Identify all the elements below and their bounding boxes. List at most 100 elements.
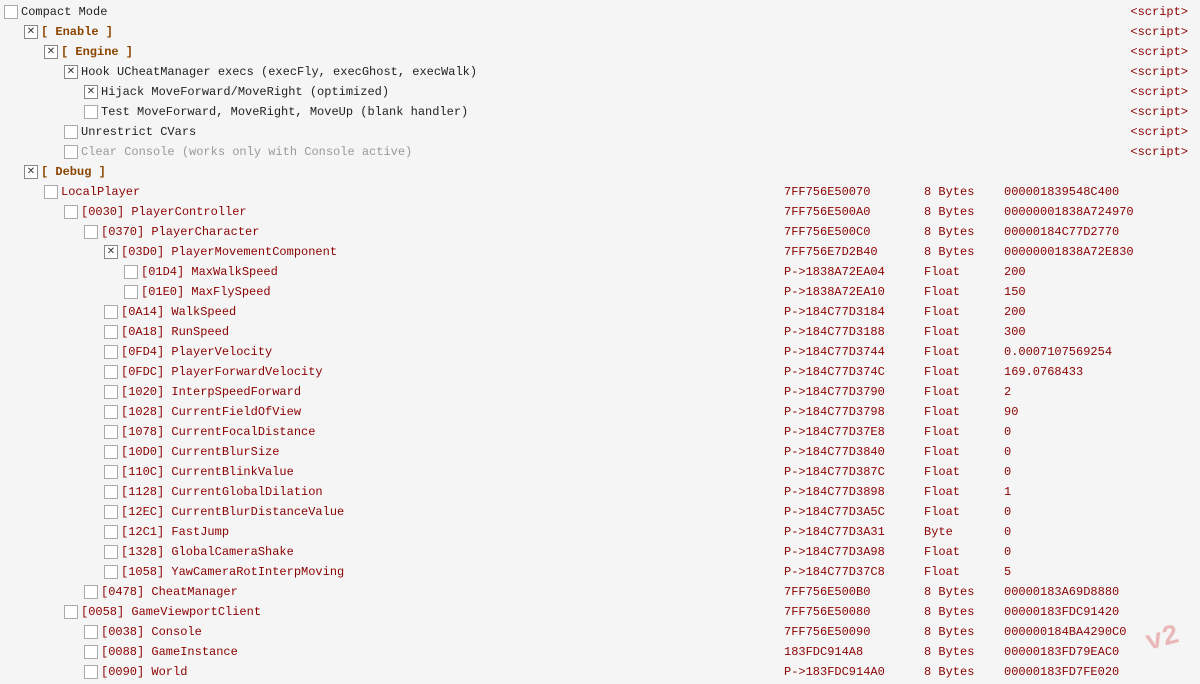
- checkbox-run-speed[interactable]: [104, 325, 118, 339]
- checkbox-max-fly-speed[interactable]: [124, 285, 138, 299]
- row-current-fov[interactable]: [1028] CurrentFieldOfViewP->184C77D3798F…: [0, 402, 1200, 422]
- checkbox-console[interactable]: [84, 625, 98, 639]
- checkbox-player-character[interactable]: [84, 225, 98, 239]
- size-max-fly-speed: Float: [916, 285, 996, 299]
- checkbox-current-blur-size[interactable]: [104, 445, 118, 459]
- checkbox-hook-ucheat[interactable]: [64, 65, 78, 79]
- row-player-controller[interactable]: [0030] PlayerController7FF756E500A08 Byt…: [0, 202, 1200, 222]
- checkbox-max-walk-speed[interactable]: [124, 265, 138, 279]
- checkbox-game-viewport[interactable]: [64, 605, 78, 619]
- checkbox-debug[interactable]: [24, 165, 38, 179]
- checkbox-player-velocity[interactable]: [104, 345, 118, 359]
- checkbox-player-controller[interactable]: [64, 205, 78, 219]
- label-global-camera-shake: [1328] GlobalCameraShake: [121, 545, 421, 559]
- row-current-focal[interactable]: [1078] CurrentFocalDistanceP->184C77D37E…: [0, 422, 1200, 442]
- row-current-blur-dist[interactable]: [12EC] CurrentBlurDistanceValue P->184C77…: [0, 502, 1200, 522]
- row-local-player[interactable]: LocalPlayer7FF756E500708 Bytes0000018395…: [0, 182, 1200, 202]
- row-run-speed[interactable]: [0A18] RunSpeedP->184C77D3188Float300: [0, 322, 1200, 342]
- checkbox-interp-speed[interactable]: [104, 385, 118, 399]
- checkbox-hijack-move[interactable]: [84, 85, 98, 99]
- row-test-move[interactable]: Test MoveForward, MoveRight, MoveUp (bla…: [0, 102, 1200, 122]
- script-engine: <script>: [1130, 45, 1196, 59]
- size-player-controller: 8 Bytes: [916, 205, 996, 219]
- row-current-blur-size[interactable]: [10D0] CurrentBlurSizeP->184C77D3840Floa…: [0, 442, 1200, 462]
- label-interp-speed: [1020] InterpSpeedForward: [121, 385, 421, 399]
- checkbox-engine[interactable]: [44, 45, 58, 59]
- size-cheat-manager: 8 Bytes: [916, 585, 996, 599]
- address-player-character: 7FF756E500C0: [776, 225, 916, 239]
- checkbox-player-movement[interactable]: [104, 245, 118, 259]
- checkbox-current-blink[interactable]: [104, 465, 118, 479]
- row-game-instance[interactable]: [0088] GameInstance183FDC914A88 Bytes000…: [0, 642, 1200, 662]
- row-current-global-dil[interactable]: [1128] CurrentGlobalDilation P->184C77D38…: [0, 482, 1200, 502]
- row-player-forward-vel[interactable]: [0FDC] PlayerForwardVelocityP->184C77D37…: [0, 362, 1200, 382]
- checkbox-walk-speed[interactable]: [104, 305, 118, 319]
- row-player-velocity[interactable]: [0FD4] PlayerVelocity P->184C77D3744Float…: [0, 342, 1200, 362]
- checkbox-local-player[interactable]: [44, 185, 58, 199]
- checkbox-unrestrict[interactable]: [64, 125, 78, 139]
- checkbox-global-camera-shake[interactable]: [104, 545, 118, 559]
- row-debug[interactable]: [ Debug ]: [0, 162, 1200, 182]
- row-current-blink[interactable]: [110C] CurrentBlinkValueP->184C77D387CFl…: [0, 462, 1200, 482]
- row-interp-speed[interactable]: [1020] InterpSpeedForwardP->184C77D3790F…: [0, 382, 1200, 402]
- label-current-global-dil: [1128] CurrentGlobalDilation: [121, 485, 421, 499]
- row-console[interactable]: [0038] Console7FF756E500908 Bytes0000001…: [0, 622, 1200, 642]
- row-hijack-move[interactable]: Hijack MoveForward/MoveRight (optimized)…: [0, 82, 1200, 102]
- row-yaw-camera[interactable]: [1058] YawCameraRotInterpMoving P->184C77…: [0, 562, 1200, 582]
- row-engine[interactable]: [ Engine ]<script>: [0, 42, 1200, 62]
- checkbox-enable[interactable]: [24, 25, 38, 39]
- row-max-fly-speed[interactable]: [01E0] MaxFlySpeedP->1838A72EA10Float150: [0, 282, 1200, 302]
- checkbox-clear-console[interactable]: [64, 145, 78, 159]
- checkbox-current-global-dil[interactable]: [104, 485, 118, 499]
- label-current-blur-dist: [12EC] CurrentBlurDistanceValue: [121, 505, 421, 519]
- script-compact-mode: <script>: [1130, 5, 1196, 19]
- script-clear-console: <script>: [1130, 145, 1196, 159]
- row-enable[interactable]: [ Enable ]<script>: [0, 22, 1200, 42]
- address-player-velocity: P->184C77D3744: [776, 345, 916, 359]
- checkbox-game-instance[interactable]: [84, 645, 98, 659]
- row-clear-console[interactable]: Clear Console (works only with Console a…: [0, 142, 1200, 162]
- checkbox-current-blur-dist[interactable]: [104, 505, 118, 519]
- row-cheat-manager[interactable]: [0478] CheatManager7FF756E500B08 Bytes00…: [0, 582, 1200, 602]
- checkbox-cheat-manager[interactable]: [84, 585, 98, 599]
- row-player-character[interactable]: [0370] PlayerCharacter7FF756E500C08 Byte…: [0, 222, 1200, 242]
- size-player-movement: 8 Bytes: [916, 245, 996, 259]
- address-current-global-dil: P->184C77D3898: [776, 485, 916, 499]
- checkbox-compact-mode[interactable]: [4, 5, 18, 19]
- row-player-movement[interactable]: [03D0] PlayerMovementComponent7FF756E7D2…: [0, 242, 1200, 262]
- checkbox-player-forward-vel[interactable]: [104, 365, 118, 379]
- address-current-blur-size: P->184C77D3840: [776, 445, 916, 459]
- label-player-character: [0370] PlayerCharacter: [101, 225, 401, 239]
- label-yaw-camera: [1058] YawCameraRotInterpMoving: [121, 565, 421, 579]
- row-game-viewport[interactable]: [0058] GameViewportClient7FF756E500808 B…: [0, 602, 1200, 622]
- checkbox-fast-jump[interactable]: [104, 525, 118, 539]
- value-run-speed: 300: [996, 325, 1196, 339]
- address-world: P->183FDC914A0: [776, 665, 916, 679]
- address-yaw-camera: P->184C77D37C8: [776, 565, 916, 579]
- row-global-camera-shake[interactable]: [1328] GlobalCameraShakeP->184C77D3A98Fl…: [0, 542, 1200, 562]
- row-hook-ucheat[interactable]: Hook UCheatManager execs (execFly, execG…: [0, 62, 1200, 82]
- row-walk-speed[interactable]: [0A14] WalkSpeedP->184C77D3184Float200: [0, 302, 1200, 322]
- checkbox-current-focal[interactable]: [104, 425, 118, 439]
- value-player-character: 00000184C77D2770: [996, 225, 1196, 239]
- row-fast-jump[interactable]: [12C1] FastJumpP->184C77D3A31Byte0: [0, 522, 1200, 542]
- row-max-walk-speed[interactable]: [01D4] MaxWalkSpeedP->1838A72EA04Float20…: [0, 262, 1200, 282]
- checkbox-test-move[interactable]: [84, 105, 98, 119]
- label-player-controller: [0030] PlayerController: [81, 205, 381, 219]
- checkbox-current-fov[interactable]: [104, 405, 118, 419]
- label-local-player: LocalPlayer: [61, 185, 361, 199]
- label-player-velocity: [0FD4] PlayerVelocity: [121, 345, 421, 359]
- address-console: 7FF756E50090: [776, 625, 916, 639]
- checkbox-yaw-camera[interactable]: [104, 565, 118, 579]
- checkbox-world[interactable]: [84, 665, 98, 679]
- value-local-player: 000001839548C400: [996, 185, 1196, 199]
- value-max-fly-speed: 150: [996, 285, 1196, 299]
- label-player-movement: [03D0] PlayerMovementComponent: [121, 245, 421, 259]
- row-compact-mode[interactable]: Compact Mode<script>: [0, 2, 1200, 22]
- row-unrestrict[interactable]: Unrestrict CVars<script>: [0, 122, 1200, 142]
- value-current-blink: 0: [996, 465, 1196, 479]
- address-current-blur-dist: P->184C77D3A5C: [776, 505, 916, 519]
- row-world[interactable]: [0090] WorldP->183FDC914A08 Bytes0000018…: [0, 662, 1200, 682]
- label-game-viewport: [0058] GameViewportClient: [81, 605, 381, 619]
- size-player-velocity: Float: [916, 345, 996, 359]
